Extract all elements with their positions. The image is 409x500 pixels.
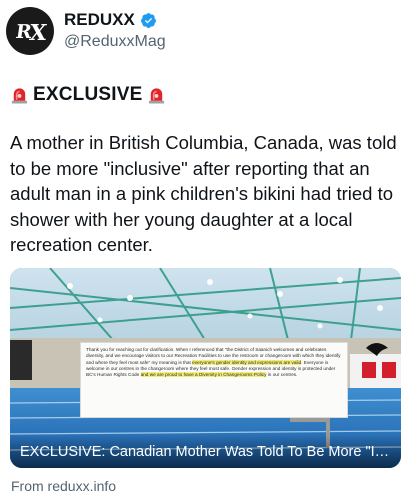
card-caption: EXCLUSIVE: Canadian Mother Was Told To B… bbox=[10, 434, 401, 468]
source-link[interactable]: From reduxx.info bbox=[11, 478, 116, 494]
avatar[interactable]: RX bbox=[6, 7, 54, 55]
email-screenshot: Thank you for reaching out for clarifica… bbox=[80, 342, 348, 418]
card-title[interactable]: EXCLUSIVE: Canadian Mother Was Told To B… bbox=[20, 444, 392, 460]
tweet-header: RX REDUXX @ReduxxMag bbox=[6, 6, 403, 58]
exclusive-heading: EXCLUSIVE bbox=[10, 84, 166, 106]
police-siren-icon bbox=[11, 88, 28, 104]
account-handle[interactable]: @ReduxxMag bbox=[64, 33, 166, 51]
exclusive-label: EXCLUSIVE bbox=[33, 84, 143, 105]
police-siren-icon bbox=[148, 88, 164, 104]
reduxx-logo: RX bbox=[13, 20, 46, 46]
link-preview-card[interactable]: Thank you for reaching out for clarifica… bbox=[10, 268, 401, 468]
tweet-text: A mother in British Columbia, Canada, wa… bbox=[10, 132, 397, 255]
verified-badge-icon bbox=[140, 12, 156, 28]
display-name[interactable]: REDUXX bbox=[64, 10, 135, 30]
name-row: REDUXX bbox=[64, 10, 157, 30]
